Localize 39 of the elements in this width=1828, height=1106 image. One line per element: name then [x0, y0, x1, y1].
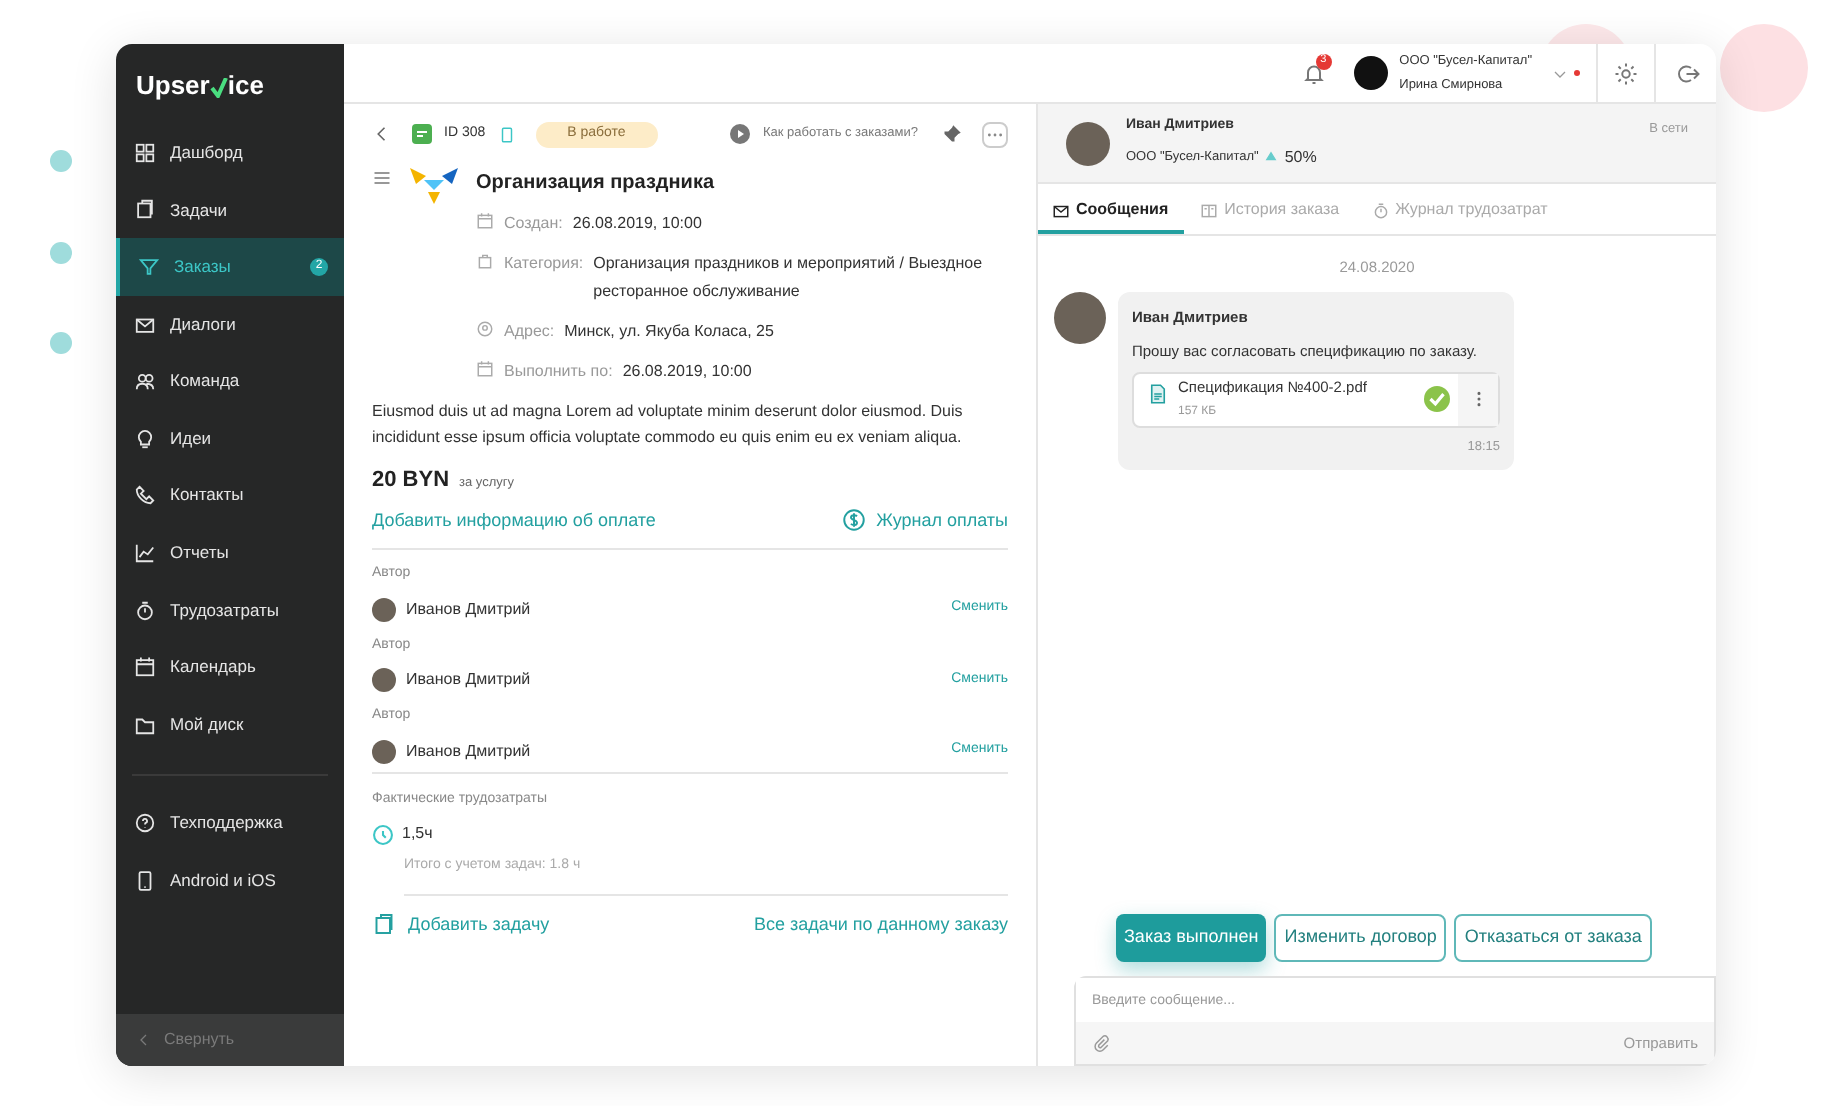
price: 20 BYN — [372, 466, 450, 496]
meta-label: Создан: — [504, 212, 563, 236]
meta-value: Минск, ул. Якуба Коласа, 25 — [564, 320, 774, 344]
labor-value: 1,5ч — [402, 822, 433, 846]
meta-label: Адрес: — [504, 320, 555, 344]
meta-value: 26.08.2019, 10:00 — [622, 360, 752, 384]
sidebar-item[interactable]: Отчеты — [116, 524, 344, 582]
person-name: Иванов Дмитрий — [406, 668, 533, 692]
rating: 50% — [1284, 145, 1317, 170]
collapse-button[interactable]: Свернуть — [116, 1014, 344, 1066]
sidebar-item[interactable]: Техподдержка — [116, 795, 344, 853]
order-description: Eiusmod duis ut ad magna Lorem ad voluptate minim deserunt dolor eiusmod. Duis incididunt esse ipsum officia voluptate commodo eu quis enim eu ex veniam aliqua. — [372, 400, 965, 450]
sidebar-item[interactable]: Команда — [116, 352, 344, 410]
payment-log-link[interactable]: Журнал оплаты — [876, 507, 1008, 534]
action-button[interactable]: Изменить договор — [1274, 914, 1447, 962]
sidebar-item[interactable]: Дашборд — [116, 124, 344, 182]
logo-text: Upser — [136, 68, 210, 105]
sidebar-item[interactable]: Контакты — [116, 467, 344, 525]
tab[interactable]: Сообщения — [1038, 198, 1185, 234]
sidebar-item[interactable]: Календарь — [116, 638, 344, 696]
person-name: Иванов Дмитрий — [406, 739, 533, 763]
order-title: Организация праздника — [476, 170, 717, 198]
add-payment-link[interactable]: Добавить информацию об оплате — [372, 507, 843, 534]
action-button[interactable]: Заказ выполнен — [1116, 914, 1267, 962]
sidebar-item[interactable]: Диалоги — [116, 295, 344, 353]
meta-value: Организация праздников и мероприятий / Выездное ресторанное обслуживание — [593, 252, 985, 304]
logo-text: ice — [227, 68, 264, 105]
sidebar-item[interactable]: Трудозатраты — [116, 581, 344, 639]
meta-label: Категория: — [504, 252, 584, 276]
all-tasks-link[interactable]: Все задачи по данному заказу — [754, 911, 1008, 938]
person-name: Иванов Дмитрий — [406, 597, 533, 621]
sidebar-item[interactable]: Идеи — [116, 409, 344, 468]
meta-label: Выполнить по: — [504, 360, 613, 384]
sidebar-item[interactable]: Android и iOS — [116, 852, 344, 910]
sidebar-item[interactable]: Мой диск — [116, 695, 344, 754]
meta-value: 26.08.2019, 10:00 — [572, 212, 702, 236]
sidebar-item[interactable]: Задачи — [116, 181, 344, 239]
add-task-link[interactable]: Добавить задачу — [408, 911, 743, 938]
action-button[interactable]: Отказаться от заказа — [1454, 914, 1652, 962]
